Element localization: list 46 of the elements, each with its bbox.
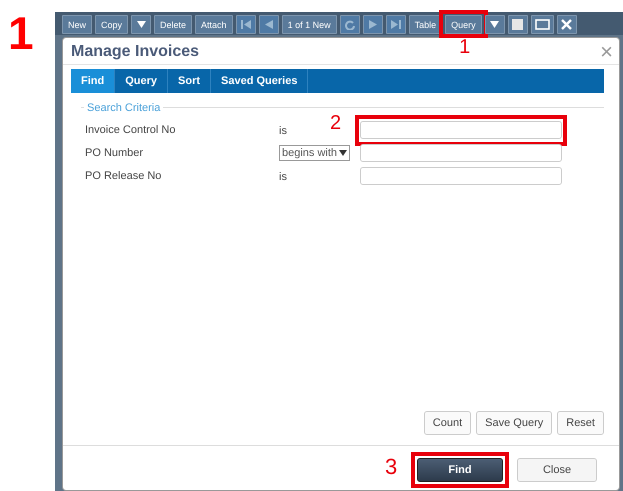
operator-text: is	[279, 170, 287, 182]
toolbar-button[interactable]: New	[62, 15, 92, 34]
dropdown-button[interactable]	[484, 15, 505, 34]
refresh-icon	[344, 20, 355, 30]
step-number: 1	[8, 10, 35, 56]
tab[interactable]: Sort	[168, 69, 212, 93]
field-label: PO Release No	[84, 170, 162, 182]
tab[interactable]: Query	[115, 69, 168, 93]
find-button[interactable]: Find	[417, 458, 503, 482]
toolbar-button[interactable]	[530, 15, 554, 34]
callout-number: 2	[330, 112, 342, 132]
dialog-title: Manage Invoices	[71, 43, 200, 61]
toolbar-button[interactable]: Copy	[95, 15, 128, 34]
section-legend: Search Criteria	[84, 102, 164, 114]
caret-icon	[490, 21, 500, 28]
caret-icon	[339, 150, 348, 156]
dropdown-button[interactable]	[131, 15, 152, 34]
operator-dropdown[interactable]: begins with	[279, 144, 350, 160]
callout-number: 1	[459, 37, 470, 57]
toolbar-button[interactable]: Delete	[154, 15, 192, 34]
input-field[interactable]	[360, 144, 562, 162]
toolbar-button[interactable]: 1 of 1 New	[282, 15, 337, 34]
toolbar-button[interactable]	[508, 15, 528, 34]
input-field[interactable]	[360, 166, 562, 184]
action-button[interactable]: Save Query	[476, 411, 552, 435]
window-icon	[534, 19, 550, 30]
tab[interactable]: Saved Queries	[211, 69, 308, 93]
toolbar-button[interactable]: Attach	[195, 15, 233, 34]
toolbar-button[interactable]: Query	[445, 15, 482, 34]
caret-icon	[136, 21, 146, 28]
close-button[interactable]	[556, 15, 577, 34]
callout-number: 3	[385, 457, 398, 477]
action-button[interactable]: Count	[424, 411, 472, 435]
input-field[interactable]	[360, 120, 562, 138]
square-icon	[512, 19, 524, 30]
close-button[interactable]: Close	[517, 458, 597, 482]
close-icon	[561, 19, 572, 30]
tab[interactable]: Find	[71, 69, 116, 93]
triangle-left-icon	[264, 20, 273, 29]
field-label: PO Number	[84, 146, 144, 158]
operator-text: is	[279, 124, 287, 136]
action-button[interactable]: Reset	[557, 411, 604, 435]
triangle-right-icon	[368, 20, 377, 29]
skip-forward-icon	[390, 20, 401, 29]
field-label: Invoice Control No	[84, 124, 176, 136]
skip-back-icon	[240, 20, 251, 29]
